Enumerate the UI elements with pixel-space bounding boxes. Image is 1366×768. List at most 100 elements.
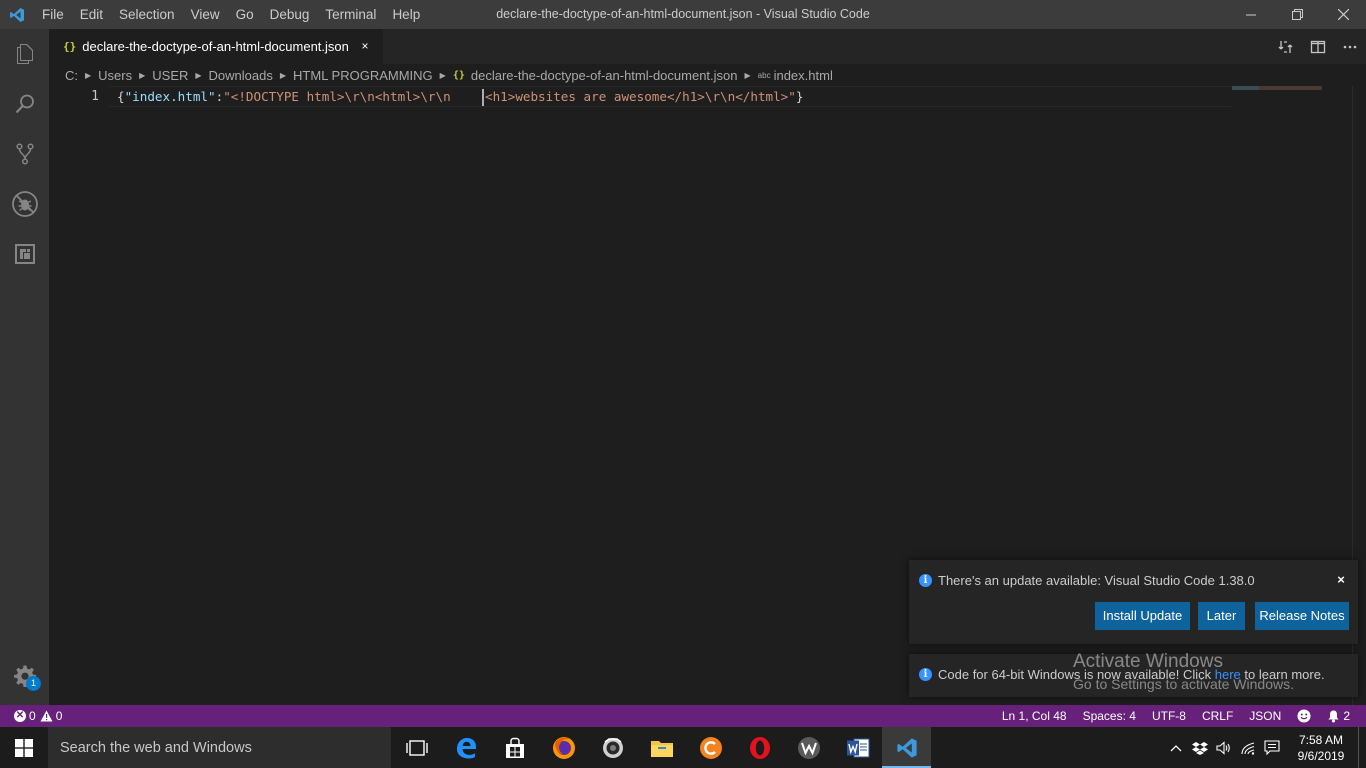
bell-icon	[1328, 710, 1339, 722]
menu-debug[interactable]: Debug	[262, 0, 318, 29]
text-cursor	[481, 89, 484, 106]
indentation[interactable]: Spaces: 4	[1075, 709, 1144, 723]
menu-help[interactable]: Help	[384, 0, 428, 29]
cursor-position[interactable]: Ln 1, Col 48	[994, 709, 1075, 723]
more-actions-button[interactable]	[1334, 29, 1366, 64]
problems-indicator[interactable]: ✕ 0 0	[14, 709, 70, 723]
code-line[interactable]: {"index.html":"<!DOCTYPE html>\r\n<html>…	[117, 87, 803, 106]
tray-action-center[interactable]	[1260, 727, 1284, 768]
restore-button[interactable]	[1274, 0, 1320, 29]
encoding[interactable]: UTF-8	[1144, 709, 1194, 723]
menu-terminal[interactable]: Terminal	[317, 0, 384, 29]
chevron-right-icon: ▶	[195, 70, 202, 80]
minimap[interactable]	[1232, 86, 1322, 90]
split-editor-button[interactable]	[1302, 29, 1334, 64]
breadcrumb-users[interactable]: Users	[98, 68, 132, 83]
taskbar-word[interactable]	[833, 727, 882, 768]
info-icon: i	[919, 574, 932, 587]
vscode-icon	[896, 737, 917, 758]
minimize-button[interactable]	[1228, 0, 1274, 29]
feedback-button[interactable]	[1289, 709, 1319, 723]
install-update-button[interactable]: Install Update	[1095, 602, 1190, 630]
store-icon	[505, 737, 524, 758]
menu-view[interactable]: View	[183, 0, 228, 29]
extensions-icon	[14, 244, 35, 264]
breadcrumb-user[interactable]: USER	[152, 68, 188, 83]
chevron-right-icon: ▶	[439, 70, 446, 80]
string-symbol-icon: abc	[757, 70, 771, 80]
tab-close-button[interactable]: ×	[357, 38, 373, 54]
code-token-key: "index.html"	[124, 89, 216, 104]
show-hidden-icons-button[interactable]	[1164, 727, 1188, 768]
code-token-string-part-1: "<!DOCTYPE html>\r\n<html>\r\n	[223, 89, 481, 104]
activity-source-control[interactable]	[0, 129, 49, 179]
taskbar-file-explorer[interactable]	[637, 727, 686, 768]
restore-icon	[1291, 9, 1303, 20]
menu-go[interactable]: Go	[228, 0, 262, 29]
volume-icon	[1216, 740, 1230, 755]
file-explorer-icon	[650, 740, 673, 757]
taskbar-store[interactable]	[490, 727, 539, 768]
menu-selection[interactable]: Selection	[111, 0, 183, 29]
line-number: 1	[91, 89, 99, 104]
open-changes-button[interactable]	[1270, 29, 1302, 64]
warning-count: 0	[55, 709, 63, 723]
menu-file[interactable]: File	[34, 0, 72, 29]
tab-label: declare-the-doctype-of-an-html-document.…	[82, 39, 349, 54]
taskbar-vscode[interactable]	[882, 727, 931, 768]
system-tray: 7:58 AM 9/6/2019	[1164, 727, 1366, 768]
language-mode[interactable]: JSON	[1241, 709, 1289, 723]
taskbar-camera-app[interactable]	[588, 727, 637, 768]
ellipsis-icon	[1343, 45, 1357, 48]
windows-taskbar: Search the web and Windows 7:58 AM 9/6/2…	[0, 727, 1366, 768]
end-of-line[interactable]: CRLF	[1194, 709, 1241, 723]
release-notes-button[interactable]: Release Notes	[1255, 602, 1349, 630]
breadcrumb-drive[interactable]: C:	[65, 68, 78, 83]
activity-bar: 1	[0, 29, 49, 705]
ccleaner-icon	[699, 736, 722, 759]
start-button[interactable]	[0, 727, 48, 768]
breadcrumb-downloads[interactable]: Downloads	[209, 68, 273, 83]
taskbar-wps[interactable]	[784, 727, 833, 768]
breadcrumb: C: ▶ Users ▶ USER ▶ Downloads ▶ HTML PRO…	[49, 64, 1366, 86]
breadcrumb-folder[interactable]: HTML PROGRAMMING	[293, 68, 433, 83]
show-desktop-button[interactable]	[1358, 727, 1366, 768]
taskbar-firefox[interactable]	[539, 727, 588, 768]
taskbar-clock[interactable]: 7:58 AM 9/6/2019	[1284, 732, 1358, 764]
close-window-button[interactable]	[1320, 0, 1366, 29]
activity-search[interactable]	[0, 79, 49, 129]
menu-edit[interactable]: Edit	[72, 0, 111, 29]
chevron-right-icon: ▶	[279, 70, 287, 80]
window-controls	[1228, 0, 1366, 29]
later-button[interactable]: Later	[1198, 602, 1245, 630]
task-view-button[interactable]	[392, 727, 441, 768]
activity-debug[interactable]	[0, 179, 49, 229]
breadcrumb-symbol[interactable]: index.html	[774, 68, 833, 83]
breadcrumb-file[interactable]: declare-the-doctype-of-an-html-document.…	[471, 68, 738, 83]
tray-volume[interactable]	[1212, 727, 1236, 768]
taskbar-ccleaner[interactable]	[686, 727, 735, 768]
task-view-icon	[405, 739, 428, 756]
manage-settings-button[interactable]: 1	[0, 653, 49, 699]
close-notification-button[interactable]: ×	[1334, 573, 1348, 587]
editor-actions	[1270, 29, 1366, 64]
wifi-icon	[1241, 741, 1255, 755]
tab-json-file[interactable]: {} declare-the-doctype-of-an-html-docume…	[49, 29, 383, 64]
source-control-icon	[15, 143, 34, 165]
notifications-button[interactable]: 2	[1319, 709, 1358, 723]
explorer-icon	[16, 44, 33, 64]
taskbar-opera[interactable]	[735, 727, 784, 768]
chevron-right-icon: ▶	[744, 70, 751, 80]
camera-app-icon	[602, 737, 623, 758]
tray-dropbox[interactable]	[1188, 727, 1212, 768]
editor-tabs-bar: {} declare-the-doctype-of-an-html-docume…	[49, 29, 1366, 64]
activate-windows-title: Activate Windows	[1073, 651, 1223, 672]
activity-explorer[interactable]	[0, 29, 49, 79]
smiley-icon	[1297, 709, 1311, 723]
error-count: 0	[29, 709, 36, 723]
activity-extensions[interactable]	[0, 229, 49, 279]
taskbar-search-input[interactable]: Search the web and Windows	[48, 727, 391, 768]
taskbar-edge[interactable]	[441, 727, 490, 768]
tray-network[interactable]	[1236, 727, 1260, 768]
update-message: There's an update available: Visual Stud…	[938, 573, 1255, 588]
